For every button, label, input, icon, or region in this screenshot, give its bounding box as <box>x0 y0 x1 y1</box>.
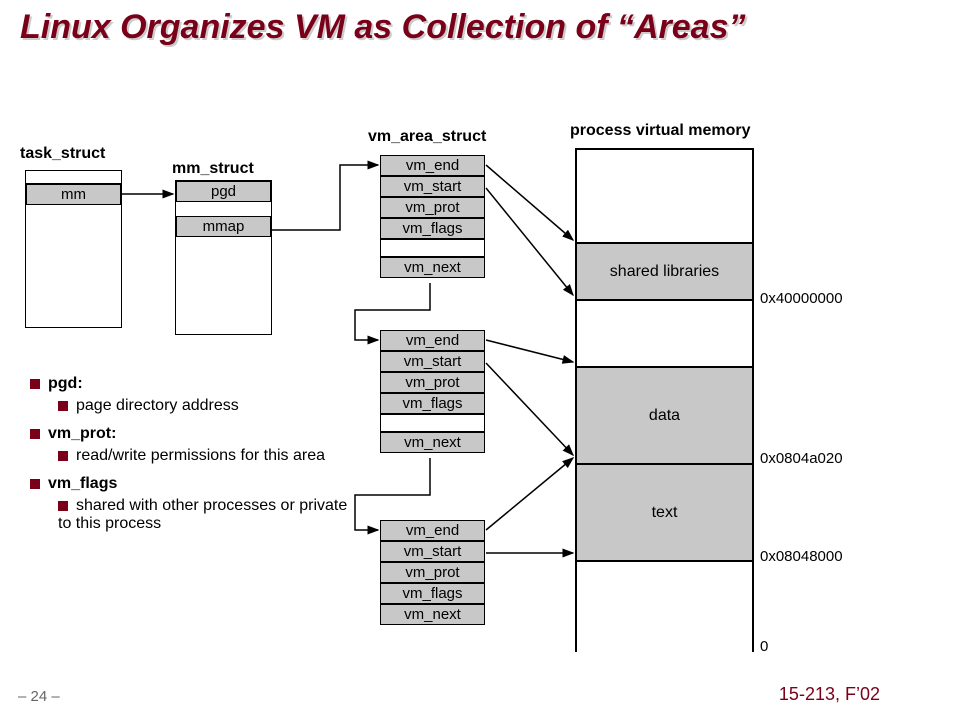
label-process-virtual-memory: process virtual memory <box>570 122 751 140</box>
field-pgd: pgd <box>176 181 271 202</box>
bullet-icon <box>30 429 40 439</box>
vm3-next: vm_next <box>380 604 485 625</box>
vm-area-1: vm_end vm_start vm_prot vm_flags vm_next <box>380 155 485 278</box>
vm1-flags: vm_flags <box>380 218 485 239</box>
note-pgd-body: page directory address <box>76 397 239 414</box>
vm1-next: vm_next <box>380 257 485 278</box>
note-flags-body: shared with other processes or private t… <box>58 497 347 532</box>
vm1-end: vm_end <box>380 155 485 176</box>
slide-title: Linux Organizes VM as Collection of “Are… <box>20 8 746 47</box>
bullet-icon <box>30 479 40 489</box>
addr-shared: 0x40000000 <box>760 290 843 307</box>
addr-data: 0x0804a020 <box>760 450 843 467</box>
page-number: – 24 – <box>18 688 60 705</box>
field-mmap: mmap <box>176 216 271 237</box>
vm-area-3: vm_end vm_start vm_prot vm_flags vm_next <box>380 520 485 625</box>
bullet-icon <box>58 401 68 411</box>
note-flags-head: vm_flags <box>48 475 117 492</box>
note-pgd-head: pgd: <box>48 375 83 392</box>
vm2-flags: vm_flags <box>380 393 485 414</box>
vm2-start: vm_start <box>380 351 485 372</box>
task-struct-box: mm <box>25 170 122 328</box>
bullet-icon <box>30 379 40 389</box>
note-prot-head: vm_prot: <box>48 425 116 442</box>
mm-struct-box: pgd mmap <box>175 180 272 335</box>
vm1-prot: vm_prot <box>380 197 485 218</box>
vm-area-2: vm_end vm_start vm_prot vm_flags vm_next <box>380 330 485 453</box>
vm3-end: vm_end <box>380 520 485 541</box>
course-id: 15-213, F’02 <box>779 684 880 705</box>
region-data: data <box>577 368 752 465</box>
region-shared-libraries: shared libraries <box>577 244 752 301</box>
vm3-prot: vm_prot <box>380 562 485 583</box>
notes: pgd: page directory address vm_prot: rea… <box>30 375 350 533</box>
vm3-start: vm_start <box>380 541 485 562</box>
addr-text: 0x08048000 <box>760 548 843 565</box>
vm2-next: vm_next <box>380 432 485 453</box>
memory-column: shared libraries data text <box>575 148 754 652</box>
vm3-flags: vm_flags <box>380 583 485 604</box>
label-task-struct: task_struct <box>20 145 105 163</box>
bullet-icon <box>58 451 68 461</box>
note-prot-body: read/write permissions for this area <box>76 447 325 464</box>
field-mm: mm <box>26 184 121 205</box>
vm1-start: vm_start <box>380 176 485 197</box>
bullet-icon <box>58 501 68 511</box>
vm2-prot: vm_prot <box>380 372 485 393</box>
label-mm-struct: mm_struct <box>172 160 254 178</box>
addr-zero: 0 <box>760 638 768 655</box>
region-text: text <box>577 465 752 562</box>
vm2-end: vm_end <box>380 330 485 351</box>
label-vm-area-struct: vm_area_struct <box>368 128 486 146</box>
